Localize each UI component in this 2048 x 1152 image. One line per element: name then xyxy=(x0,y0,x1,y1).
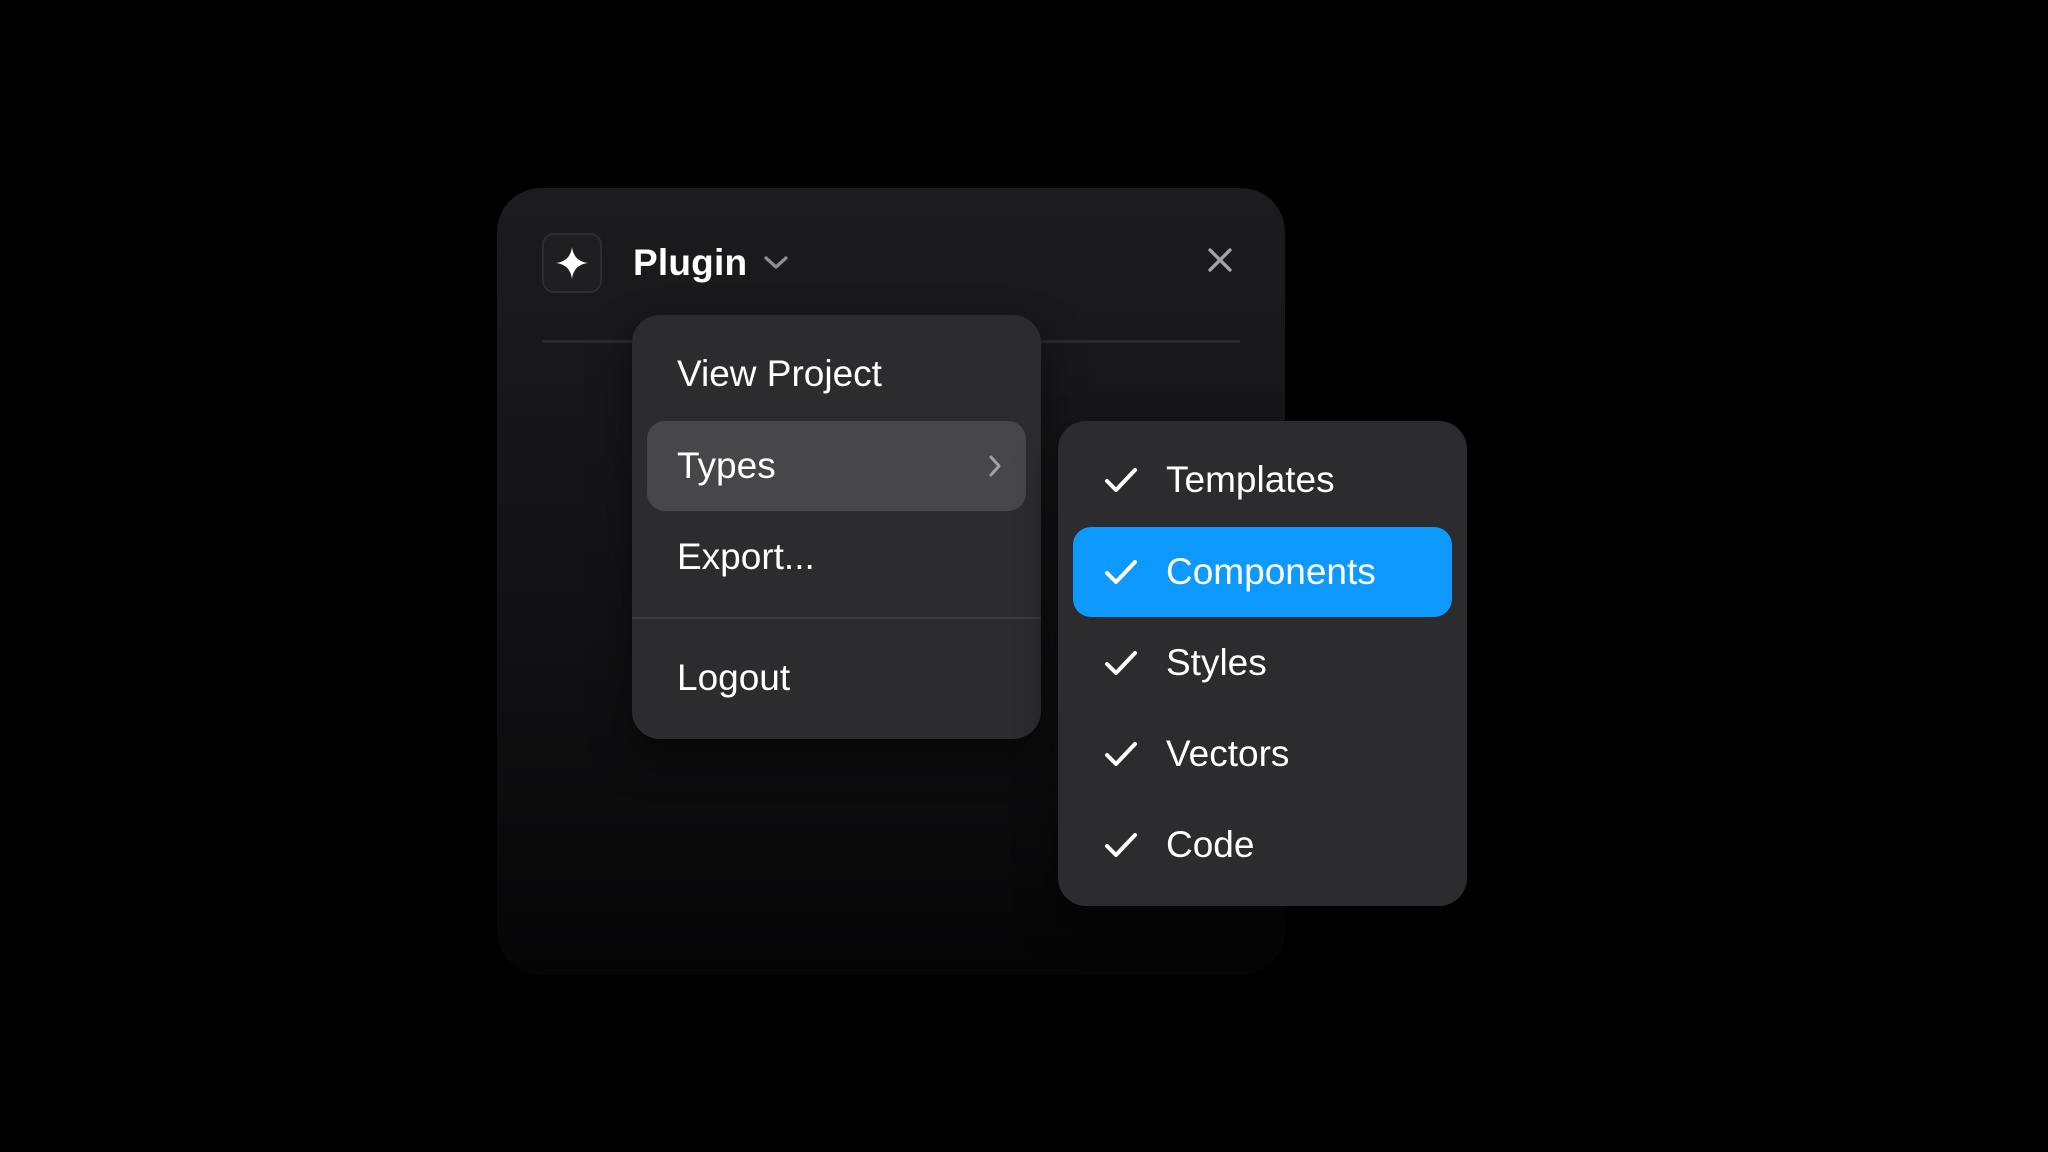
submenu-item-styles[interactable]: Styles xyxy=(1073,618,1452,708)
checkmark-icon xyxy=(1103,736,1139,772)
submenu-item-label: Components xyxy=(1166,551,1376,592)
menu-item-label: Logout xyxy=(677,657,791,698)
menu-item-label: Types xyxy=(677,445,776,486)
chevron-down-icon xyxy=(764,256,788,269)
menu-item-export[interactable]: Export... xyxy=(647,512,1026,602)
submenu-item-templates[interactable]: Templates xyxy=(1073,435,1452,525)
menu-item-logout[interactable]: Logout xyxy=(647,633,1026,723)
menu-divider xyxy=(632,617,1041,619)
checkmark-icon xyxy=(1103,462,1139,498)
plugin-title: Plugin xyxy=(633,242,748,283)
plugin-menu: View Project Types Export... Logout xyxy=(632,315,1041,739)
menu-item-view-project[interactable]: View Project xyxy=(647,329,1026,419)
submenu-item-label: Styles xyxy=(1166,642,1267,683)
checkmark-icon xyxy=(1103,554,1139,590)
submenu-arrow xyxy=(988,454,1002,478)
stage: Plugin View Project Types Export... Logo… xyxy=(0,0,2048,1152)
submenu-item-vectors[interactable]: Vectors xyxy=(1073,709,1452,799)
submenu-item-label: Code xyxy=(1166,824,1255,865)
chevron-right-icon xyxy=(989,455,1001,477)
submenu-item-label: Templates xyxy=(1166,459,1335,500)
menu-item-label: Export... xyxy=(677,536,815,577)
plugin-title-dropdown[interactable]: Plugin xyxy=(633,238,789,288)
checkmark-icon xyxy=(1103,645,1139,681)
checkmark-icon xyxy=(1103,827,1139,863)
menu-item-types[interactable]: Types xyxy=(647,421,1026,511)
submenu-item-label: Vectors xyxy=(1166,733,1290,774)
plugin-icon-tile xyxy=(542,233,602,293)
menu-item-label: View Project xyxy=(677,353,882,394)
sparkle-icon xyxy=(556,247,588,279)
submenu-item-code[interactable]: Code xyxy=(1073,800,1452,890)
types-submenu: Templates Components Styles Vectors Code xyxy=(1058,421,1467,906)
close-icon xyxy=(1208,248,1232,272)
close-button[interactable] xyxy=(1200,240,1240,280)
submenu-item-components[interactable]: Components xyxy=(1073,527,1452,617)
